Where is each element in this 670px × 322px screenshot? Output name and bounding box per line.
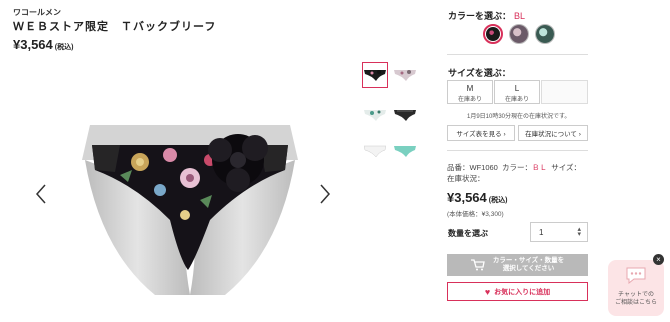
spec-code: WF1060 <box>469 163 498 172</box>
thumbnail-image <box>394 146 416 157</box>
updown-chevron-icon: ▴ ▾ <box>577 226 581 238</box>
thumbnail-image <box>364 70 386 81</box>
product-page: ワコールメン ＷＥＢストア限定 Ｔバックブリーフ ¥3,564 (税込) カラー… <box>0 0 670 322</box>
cart-line1: カラー・サイズ・数量を <box>492 257 565 264</box>
size-option-label: M <box>466 84 474 93</box>
thumbnail-5[interactable] <box>362 138 388 164</box>
base-price: (本体価格：¥3,300) <box>447 211 504 218</box>
main-product-image <box>82 125 298 295</box>
color-value: BL <box>514 11 526 21</box>
chat-line2: ご相談はこちら <box>614 300 657 306</box>
thumbnail-image <box>394 110 416 121</box>
divider <box>447 150 588 151</box>
size-option-status: 在庫あり <box>457 97 482 103</box>
size-label: サイズを選ぶ： <box>448 68 511 78</box>
divider <box>447 54 588 55</box>
stock-note: 1月9日10時30分現在の在庫状況です。 <box>467 114 571 120</box>
chat-bubble-icon <box>626 267 646 285</box>
color-swatches <box>483 24 555 44</box>
thumbnail-image <box>394 70 416 81</box>
size-option-l[interactable]: L 在庫あり <box>494 80 540 104</box>
product-price: ¥3,564 (税込) <box>447 190 507 205</box>
quantity-label: 数量を選ぶ <box>448 229 488 238</box>
gallery-prev-button[interactable] <box>35 183 47 209</box>
heart-icon: ♥ <box>484 286 491 297</box>
header-price: ¥3,564 (税込) <box>13 37 73 52</box>
size-option-m[interactable]: M 在庫あり <box>447 80 493 104</box>
product-title: ＷＥＢストア限定 Ｔバックブリーフ <box>13 21 217 33</box>
size-option-status: 在庫あり <box>504 97 529 103</box>
thumbnail-2[interactable] <box>392 62 418 88</box>
add-to-cart-button[interactable]: カラー・サイズ・数量を 選択してください <box>447 254 588 276</box>
color-label-text: カラーを選ぶ： <box>448 11 512 21</box>
cart-button-text: カラー・サイズ・数量を 選択してください <box>493 257 564 273</box>
chat-close-button[interactable]: × <box>653 254 664 265</box>
gallery-next-button[interactable] <box>319 183 331 209</box>
cart-line2: 選択してください <box>502 265 555 272</box>
chevron-left-icon <box>35 184 46 204</box>
thumbnail-6[interactable] <box>392 138 418 164</box>
spec-size-label: サイズ： <box>551 163 581 172</box>
favorite-label: お気に入りに追加 <box>494 288 551 296</box>
stock-status-button[interactable]: 在庫状況について › <box>518 125 588 141</box>
header-tax-label: (税込) <box>54 44 74 51</box>
color-swatch-2[interactable] <box>509 24 529 44</box>
size-option-label: L <box>514 84 520 93</box>
color-swatch-bl[interactable] <box>483 24 503 44</box>
thumbnail-image <box>364 110 386 121</box>
tax-label: (税込) <box>488 197 508 204</box>
brand-name: ワコールメン <box>13 8 61 17</box>
price-value: ¥3,564 <box>447 190 487 205</box>
cart-icon <box>470 259 485 271</box>
thumbnail-3[interactable] <box>362 102 388 128</box>
thumbnail-1[interactable] <box>362 62 388 88</box>
quantity-value: 1 <box>539 227 544 237</box>
chevron-right-icon <box>320 184 331 204</box>
spec-stock-label: 在庫状況： <box>447 174 485 183</box>
spec-color-value: ＢＬ <box>532 163 548 172</box>
chat-widget[interactable]: チャットでの ご相談はこちら <box>608 260 664 316</box>
chat-text: チャットでの ご相談はこちら <box>608 291 664 307</box>
chat-line1: チャットでの <box>618 292 654 298</box>
color-swatch-3[interactable] <box>535 24 555 44</box>
spec-code-label: 品番： <box>447 163 470 172</box>
thumbnail-4[interactable] <box>392 102 418 128</box>
size-option-empty <box>541 80 588 104</box>
header-price-value: ¥3,564 <box>13 37 53 52</box>
color-label: カラーを選ぶ： BL <box>448 9 525 22</box>
spec-color-label: カラー： <box>502 163 533 172</box>
thumbnail-image <box>364 145 386 158</box>
size-chart-button[interactable]: サイズ表を見る › <box>447 125 515 141</box>
quantity-select[interactable]: 1 ▴ ▾ <box>530 222 588 242</box>
add-favorite-button[interactable]: ♥ お気に入りに追加 <box>447 282 588 301</box>
product-spec: 品番：WF1060 カラー：ＢＬ サイズ： 在庫状況： <box>447 162 592 184</box>
